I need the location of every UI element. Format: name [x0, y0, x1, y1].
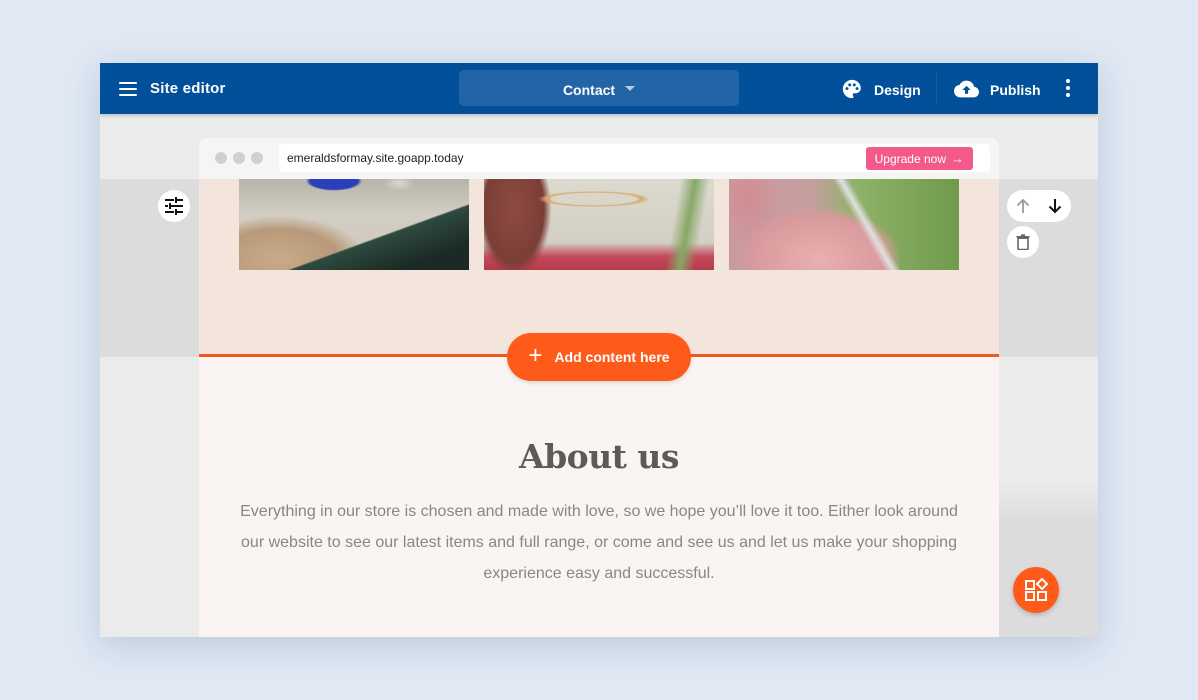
- cloud-upload-icon: [954, 80, 979, 98]
- palette-icon: [842, 79, 861, 99]
- site-preview-browser-bar: emeraldsformay.site.goapp.today Upgrade …: [199, 138, 999, 179]
- upgrade-label: Upgrade now: [874, 151, 946, 166]
- publish-button[interactable]: Publish: [954, 76, 1041, 102]
- about-section[interactable]: About us Everything in our store is chos…: [199, 357, 999, 637]
- arrow-up-icon: [1016, 198, 1030, 213]
- design-label: Design: [874, 82, 921, 98]
- move-section-controls: [1007, 190, 1071, 222]
- arrow-right-icon: →: [951, 151, 964, 166]
- sliders-icon: [165, 197, 183, 215]
- upgrade-now-button[interactable]: Upgrade now →: [865, 147, 973, 170]
- more-options-icon[interactable]: [1060, 77, 1076, 99]
- hamburger-menu-icon[interactable]: [118, 79, 138, 99]
- move-down-button[interactable]: [1043, 194, 1067, 218]
- about-body-text[interactable]: Everything in our store is chosen and ma…: [239, 496, 959, 589]
- section-settings-button[interactable]: [158, 190, 190, 222]
- trash-icon: [1016, 234, 1030, 250]
- caret-down-icon: [625, 86, 636, 91]
- page-selector-dropdown[interactable]: Contact: [459, 70, 739, 106]
- window-dots-icon: [215, 152, 263, 164]
- add-content-button[interactable]: + Add content here: [507, 333, 691, 381]
- gallery-photo[interactable]: [484, 179, 714, 270]
- arrow-down-icon: [1048, 199, 1062, 214]
- about-title[interactable]: About us: [199, 437, 999, 476]
- publish-label: Publish: [990, 82, 1041, 98]
- delete-section-button[interactable]: [1007, 226, 1039, 258]
- widgets-icon: [1025, 578, 1048, 601]
- plus-icon: +: [528, 342, 543, 369]
- gallery-photo[interactable]: [729, 179, 959, 270]
- toolbar-divider: [936, 72, 937, 104]
- page-selector-value: Contact: [562, 81, 616, 98]
- design-button[interactable]: Design: [841, 76, 921, 102]
- site-url: emeraldsformay.site.goapp.today: [287, 151, 464, 165]
- gallery-photo[interactable]: [239, 179, 469, 270]
- editor-toolbar: Site editor Contact Design Publish: [100, 63, 1098, 114]
- site-url-field[interactable]: emeraldsformay.site.goapp.today Upgrade …: [279, 144, 990, 172]
- gallery-section[interactable]: [199, 179, 999, 357]
- move-up-button[interactable]: [1011, 194, 1035, 218]
- add-content-label: Add content here: [554, 349, 670, 365]
- site-editor-window: Site editor Contact Design Publish emera…: [100, 63, 1098, 637]
- app-title: Site editor: [150, 80, 226, 97]
- add-widgets-button[interactable]: [1013, 567, 1059, 613]
